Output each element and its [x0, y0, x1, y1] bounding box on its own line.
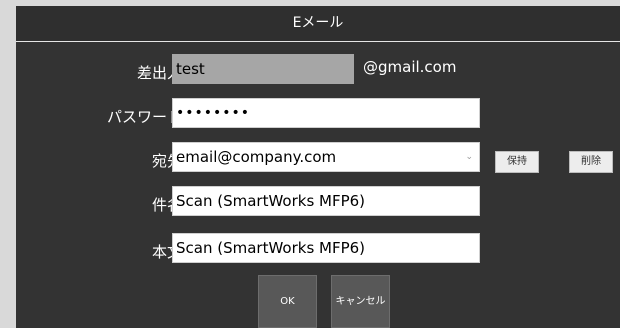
destination-value: email@company.com [176, 148, 337, 166]
email-dialog: Eメール 差出人 test @gmail.com パスワード •••••••• … [16, 6, 620, 328]
sender-field[interactable]: test [172, 54, 354, 84]
ok-button[interactable]: OK [258, 275, 317, 328]
save-button[interactable]: 保持 [495, 151, 539, 173]
password-field[interactable]: •••••••• [172, 98, 480, 128]
destination-select[interactable]: email@company.com ⌄ [172, 142, 480, 172]
password-label: パスワード [106, 108, 182, 126]
delete-button[interactable]: 削除 [569, 151, 613, 173]
cancel-button[interactable]: キャンセル [331, 275, 390, 328]
body-field[interactable]: Scan (SmartWorks MFP6) [172, 233, 480, 263]
dialog-title: Eメール [16, 6, 620, 42]
sender-domain-suffix: @gmail.com [363, 58, 457, 76]
subject-field[interactable]: Scan (SmartWorks MFP6) [172, 186, 480, 216]
chevron-down-icon[interactable]: ⌄ [465, 143, 473, 171]
